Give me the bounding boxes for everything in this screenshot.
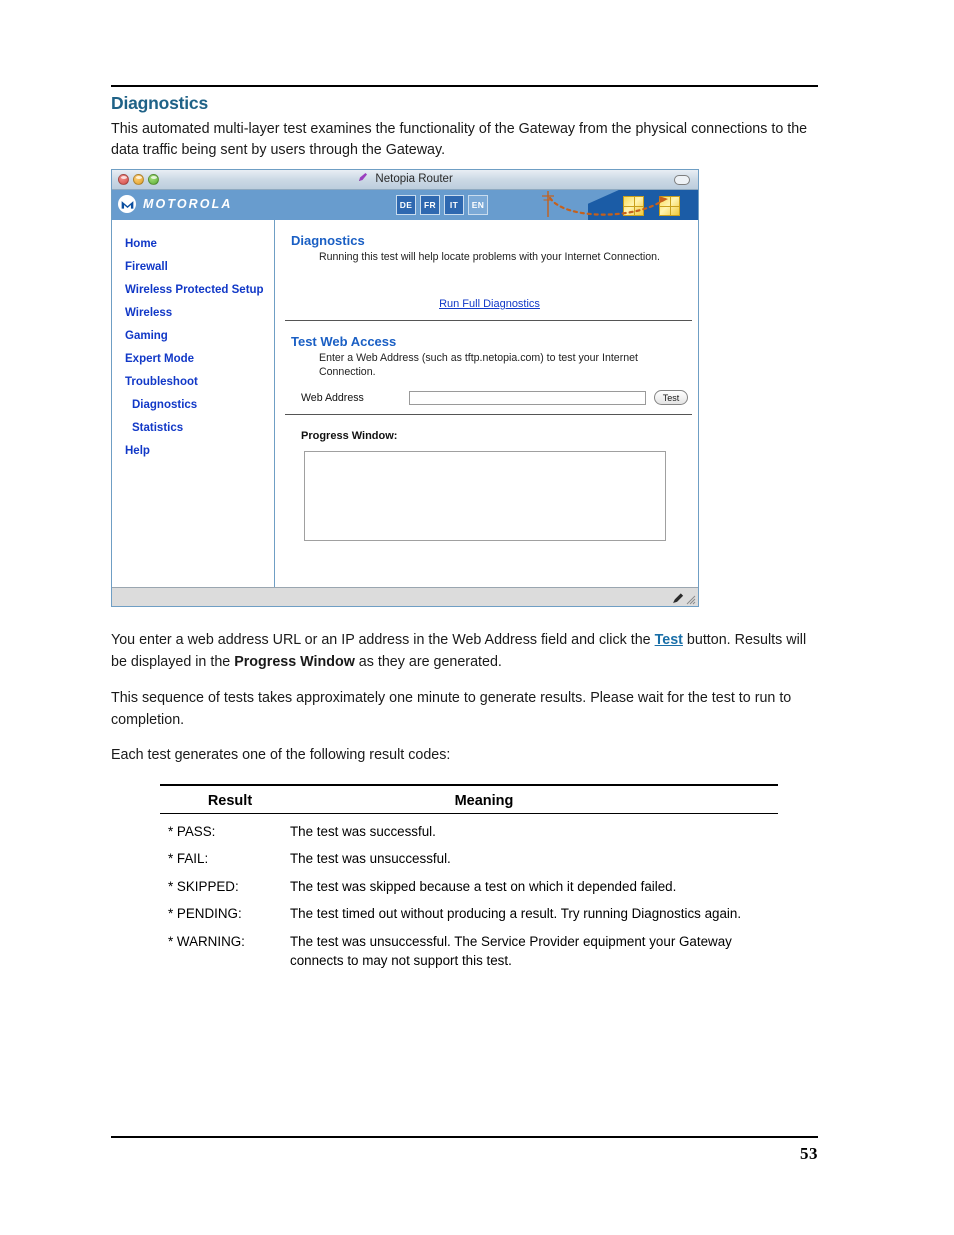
test-button[interactable]: Test: [654, 390, 688, 405]
panel-divider-2: [285, 414, 692, 415]
panel-divider-1: [285, 320, 692, 321]
lang-button-en[interactable]: EN: [468, 195, 488, 215]
sidebar-item-wireless-protected-setup[interactable]: Wireless Protected Setup: [112, 278, 274, 301]
sidebar-item-troubleshoot[interactable]: Troubleshoot: [112, 370, 274, 393]
result-code-pass: * PASS:: [168, 823, 216, 839]
p1-segment-3: as they are generated.: [354, 653, 502, 670]
window-title: Netopia Router: [112, 172, 698, 186]
wireless-signal-arc-icon: [548, 196, 668, 216]
paragraph-result-codes-lead: Each test generates one of the following…: [111, 747, 451, 763]
test-web-access-description: Enter a Web Address (such as tftp.netopi…: [319, 352, 638, 378]
sidebar-item-firewall[interactable]: Firewall: [112, 255, 274, 278]
diagnostics-description: Running this test will help locate probl…: [319, 251, 660, 263]
test-web-access-heading: Test Web Access: [291, 334, 397, 349]
header-rule: [111, 85, 818, 87]
progress-window-keyword: Progress Window: [234, 653, 355, 670]
run-full-diagnostics-link[interactable]: Run Full Diagnostics: [291, 294, 688, 312]
progress-window-label: Progress Window:: [301, 430, 398, 442]
table-row: * SKIPPED: The test was skipped because …: [160, 869, 778, 897]
web-address-row: Web Address Test: [291, 390, 688, 405]
sidebar-item-help[interactable]: Help: [112, 439, 274, 462]
footer-rule: [111, 1136, 818, 1138]
page-title: Diagnostics: [111, 93, 208, 113]
web-address-input[interactable]: [409, 390, 646, 405]
lang-button-de[interactable]: DE: [396, 195, 416, 215]
sidebar-nav: Home Firewall Wireless Protected Setup W…: [112, 220, 275, 587]
table-row: * FAIL: The test was unsuccessful.: [160, 841, 778, 869]
language-selector: DE FR IT EN: [396, 195, 488, 215]
toolbar-toggle-icon[interactable]: [674, 175, 690, 185]
test-web-access-panel: Test Web Access Enter a Web Address (suc…: [275, 334, 698, 414]
sidebar-item-diagnostics[interactable]: Diagnostics: [112, 393, 274, 416]
paragraph-duration: This sequence of tests takes approximate…: [111, 690, 792, 728]
progress-window-output: [304, 451, 666, 541]
lang-button-fr[interactable]: FR: [420, 195, 440, 215]
table-row: * PASS: The test was successful.: [160, 814, 778, 842]
result-codes-table: Result Meaning * PASS: The test was succ…: [160, 784, 778, 971]
window-body: Home Firewall Wireless Protected Setup W…: [112, 220, 698, 587]
brand-banner: MOTOROLA DE FR IT EN: [112, 190, 698, 220]
lang-button-it[interactable]: IT: [444, 195, 464, 215]
bookmark-icon: [357, 172, 368, 186]
sidebar-item-home[interactable]: Home: [112, 232, 274, 255]
table-header-result: Result: [207, 792, 253, 809]
motorola-batwing-icon: [118, 195, 136, 213]
motorola-wordmark: MOTOROLA: [143, 197, 233, 211]
window-titlebar: Netopia Router: [112, 170, 698, 190]
main-content: Diagnostics Running this test will help …: [275, 220, 698, 587]
result-meaning-skipped: The test was skipped because a test on w…: [290, 878, 677, 894]
page-number: 53: [800, 1144, 818, 1163]
window-statusbar: [112, 587, 698, 606]
progress-panel: Progress Window:: [275, 430, 698, 541]
router-admin-window: Netopia Router MOTOROLA DE FR IT EN Home…: [111, 169, 699, 607]
result-code-warning: * WARNING:: [168, 933, 245, 949]
result-meaning-warning: The test was unsuccessful. The Service P…: [290, 933, 732, 969]
result-code-fail: * FAIL:: [168, 851, 209, 866]
sidebar-item-wireless[interactable]: Wireless: [112, 301, 274, 324]
sidebar-item-statistics[interactable]: Statistics: [112, 416, 274, 439]
p1-segment-1: You enter a web address URL or an IP add…: [111, 632, 655, 648]
test-keyword: Test: [654, 632, 683, 648]
paragraph-test-button: You enter a web address URL or an IP add…: [111, 630, 823, 673]
motorola-logo: MOTOROLA: [118, 195, 232, 213]
result-meaning-fail: The test was unsuccessful.: [290, 851, 451, 866]
resize-grip-icon[interactable]: [686, 595, 696, 605]
diagnostics-panel: Diagnostics Running this test will help …: [275, 233, 698, 312]
pencil-icon[interactable]: [672, 592, 685, 604]
manual-page: Diagnostics This automated multi-layer t…: [0, 0, 954, 1235]
run-full-diagnostics-label: Run Full Diagnostics: [439, 298, 540, 310]
table-row: * PENDING: The test timed out without pr…: [160, 896, 778, 924]
window-title-text: Netopia Router: [375, 173, 453, 185]
sidebar-item-gaming[interactable]: Gaming: [112, 324, 274, 347]
diagnostics-heading: Diagnostics: [291, 233, 365, 248]
table-row: * WARNING: The test was unsuccessful. Th…: [160, 924, 778, 971]
result-code-skipped: * SKIPPED:: [168, 878, 239, 894]
result-meaning-pending: The test timed out without producing a r…: [290, 906, 742, 921]
intro-paragraph: This automated multi-layer test examines…: [111, 121, 808, 158]
result-meaning-pass: The test was successful.: [290, 823, 436, 839]
sidebar-item-expert-mode[interactable]: Expert Mode: [112, 347, 274, 370]
result-code-pending: * PENDING:: [168, 906, 242, 921]
table-header-meaning: Meaning: [454, 792, 514, 809]
web-address-label: Web Address: [301, 391, 364, 404]
table-header-row: Result Meaning: [160, 786, 778, 813]
